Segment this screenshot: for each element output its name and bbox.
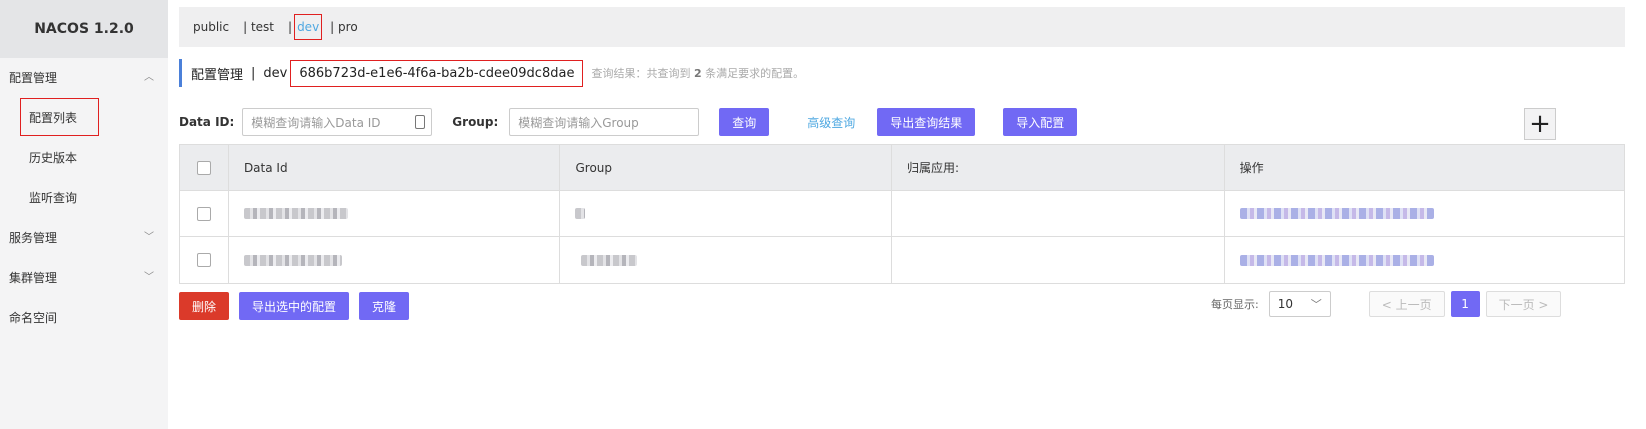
namespace-tab-test[interactable]: | test [243,20,274,34]
app-logo: NACOS 1.2.0 [0,0,168,58]
actions-cell[interactable] [1225,237,1624,283]
pagination: 每页显示: 10 ﹀ < 上一页 1 下一页 > [1211,291,1562,317]
group-placeholder: 模糊查询请输入Group [518,115,639,130]
redacted-text [243,208,348,219]
namespace-tab-dev[interactable]: dev [294,14,323,40]
redacted-action-links[interactable] [1239,254,1434,266]
redacted-text [575,208,586,219]
result-prefix: 查询结果：共查询到 [591,67,691,80]
sidebar-item-listen-query[interactable]: 监听查询 [0,178,168,218]
actions-cell[interactable] [1225,191,1624,236]
export-selected-button[interactable]: 导出选中的配置 [239,292,350,320]
page-size-select[interactable]: 10 ﹀ [1268,291,1331,317]
page-title: 配置管理 [191,67,244,83]
namespace-bar: public | test | dev | pro [179,7,1625,47]
app-cell [892,237,1225,283]
next-page-button[interactable]: 下一页 > [1485,291,1562,317]
redacted-text [243,254,342,266]
dataid-input[interactable]: 模糊查询请输入Data ID [242,108,433,136]
select-all-cell [180,145,229,190]
sidebar-item-history[interactable]: 历史版本 [0,138,168,178]
row-select-cell [180,237,229,283]
namespace-tab-pro[interactable]: | pro [330,20,358,34]
sidebar-group-cluster[interactable]: 集群管理 ﹀ [0,258,168,298]
current-page-button[interactable]: 1 [1450,291,1480,317]
table-row [180,191,1624,237]
group-cell [560,237,893,283]
sidebar-group-namespace[interactable]: 命名空间 [0,298,168,338]
dataid-label: Data ID: [179,115,235,129]
chevron-up-icon: ︿ [144,72,154,83]
query-result-text: 查询结果：共查询到 2 条满足要求的配置。 [591,65,804,81]
result-suffix: 条满足要求的配置。 [705,67,805,80]
namespace-name: dev [263,65,288,81]
group-label: Group: [452,115,499,129]
column-header-group: Group [560,145,893,190]
config-table: Data Id Group 归属应用: 操作 [179,144,1625,284]
group-input[interactable]: 模糊查询请输入Group [509,108,700,136]
row-select-cell [180,191,229,236]
page-size-label: 每页显示: [1211,298,1259,311]
sidebar-group-config[interactable]: 配置管理 ︿ [0,58,168,98]
sidebar-group-label: 集群管理 [9,271,58,285]
app-cell [892,191,1225,236]
title-separator: | [251,65,256,81]
namespace-tab-public[interactable]: public [193,20,229,34]
sidebar-item-label: 监听查询 [29,191,78,205]
sidebar-group-label: 命名空间 [9,311,58,325]
advanced-query-link[interactable]: 高级查询 [807,114,855,131]
prev-page-button[interactable]: < 上一页 [1368,291,1445,317]
namespace-id: 686b723d-e1e6-4f6a-ba2b-cdee09dc8dae [290,59,584,87]
row-checkbox[interactable] [196,253,211,267]
sidebar-group-label: 服务管理 [9,231,58,245]
column-header-actions: 操作 [1239,161,1264,175]
highlight-box [20,98,99,136]
group-cell [560,191,893,236]
chevron-down-icon: ﹀ [144,232,154,243]
sidebar: NACOS 1.2.0 配置管理 ︿ 配置列表 历史版本 监听查询 服务管理 ﹀… [0,0,168,429]
redacted-action-links[interactable] [1239,208,1434,219]
sidebar-group-label: 配置管理 [9,71,58,85]
column-header-app: 归属应用: [892,145,1225,190]
chevron-down-icon: ﹀ [144,272,154,283]
dataid-cell [229,191,561,236]
add-config-button[interactable]: + [1524,108,1556,140]
page-header: 配置管理 | dev 686b723d-e1e6-4f6a-ba2b-cdee0… [179,59,804,87]
dataid-cell [229,237,561,283]
dataid-placeholder: 模糊查询请输入Data ID [251,115,381,130]
namespace-separator: | [288,20,293,34]
clone-button[interactable]: 克隆 [359,292,410,320]
input-clipboard-icon [415,115,426,129]
bulk-actions: 删除 导出选中的配置 克隆 [179,292,410,320]
table-header: Data Id Group 归属应用: 操作 [180,145,1624,191]
import-config-button[interactable]: 导入配置 [1003,108,1078,136]
chevron-down-icon: ﹀ [1310,298,1322,311]
column-header-dataid: Data Id [229,145,561,190]
sidebar-group-service[interactable]: 服务管理 ﹀ [0,218,168,258]
row-checkbox[interactable] [196,206,211,221]
search-toolbar: Data ID: 模糊查询请输入Data ID Group: 模糊查询请输入Gr… [179,107,1078,137]
redacted-text [581,254,638,266]
sidebar-item-config-list[interactable]: 配置列表 [0,98,168,138]
main-content: public | test | dev | pro 配置管理 | dev 686… [168,0,1646,429]
result-count: 2 [693,67,702,80]
query-button[interactable]: 查询 [719,108,770,136]
export-results-button[interactable]: 导出查询结果 [877,108,976,136]
header-accent-bar [179,59,182,87]
select-all-checkbox[interactable] [196,160,211,175]
page-size-value: 10 [1277,297,1293,311]
delete-button[interactable]: 删除 [179,292,230,320]
table-row [180,237,1624,283]
sidebar-item-label: 历史版本 [29,151,78,165]
